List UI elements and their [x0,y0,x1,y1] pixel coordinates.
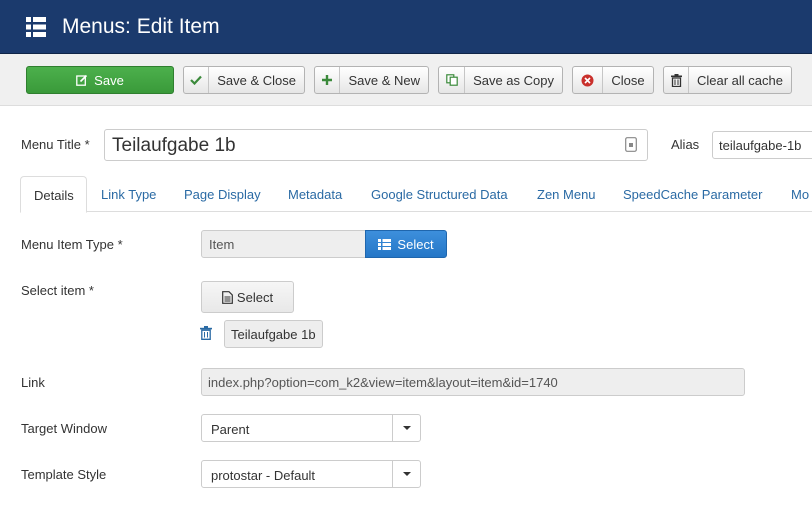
plus-icon [322,75,333,85]
link-input[interactable]: index.php?option=com_k2&view=item&layout… [201,368,745,396]
save-close-button[interactable]: Save & Close [183,66,305,94]
toolbar: Save Save & Close Save & New Save as Cop… [0,54,812,106]
template-style-label: Template Style [21,467,107,482]
close-button[interactable]: Close [572,66,654,94]
remove-item-trash-icon[interactable] [200,326,212,340]
header-bar: Menus: Edit Item [0,0,812,54]
menu-item-type-select-button[interactable]: Select [365,230,447,258]
close-icon [581,74,594,86]
tab-zen-menu[interactable]: Zen Menu [537,176,596,212]
select-item-button[interactable]: Select [201,281,294,313]
tab-metadata[interactable]: Metadata [288,176,342,212]
copy-icon [445,74,458,86]
alias-label: Alias [671,137,700,152]
chevron-down-icon [392,461,420,487]
menu-title-input[interactable]: Teilaufgabe 1b [104,129,648,161]
edit-form: Menu Title * Teilaufgabe 1b Alias teilau… [0,106,812,531]
clear-cache-button[interactable]: Clear all cache [663,66,792,94]
tab-details[interactable]: Details [20,176,87,213]
selected-item-tag: Teilaufgabe 1b [224,320,323,348]
menu-item-type-value: Item [201,230,366,258]
target-window-select[interactable]: Parent [201,414,421,442]
list-icon [378,238,392,250]
alias-input[interactable]: teilaufgabe-1b [712,131,812,159]
target-window-label: Target Window [21,421,107,436]
tab-page-display[interactable]: Page Display [184,176,261,212]
file-icon [222,290,233,304]
menu-title-label: Menu Title * [21,137,90,152]
template-style-select[interactable]: protostar - Default [201,460,421,488]
lock-icon [625,137,637,152]
tab-speedcache-parameter[interactable]: SpeedCache Parameter [623,176,762,212]
select-item-label: Select item * [21,283,94,298]
edit-icon [76,74,88,86]
chevron-down-icon [392,415,420,441]
trash-icon [670,73,682,87]
page-title: Menus: Edit Item [62,15,220,38]
tab-google-structured-data[interactable]: Google Structured Data [371,176,508,212]
tab-more[interactable]: Mo [791,176,809,212]
tab-link-type[interactable]: Link Type [101,176,156,212]
menu-item-type-label: Menu Item Type * [21,237,123,252]
save-copy-button[interactable]: Save as Copy [438,66,563,94]
tab-bar: Details Link Type Page Display Metadata … [20,176,812,213]
list-icon [26,17,46,37]
link-label: Link [21,375,45,390]
save-button[interactable]: Save [26,66,174,94]
check-icon [190,75,202,85]
save-new-button[interactable]: Save & New [314,66,429,94]
